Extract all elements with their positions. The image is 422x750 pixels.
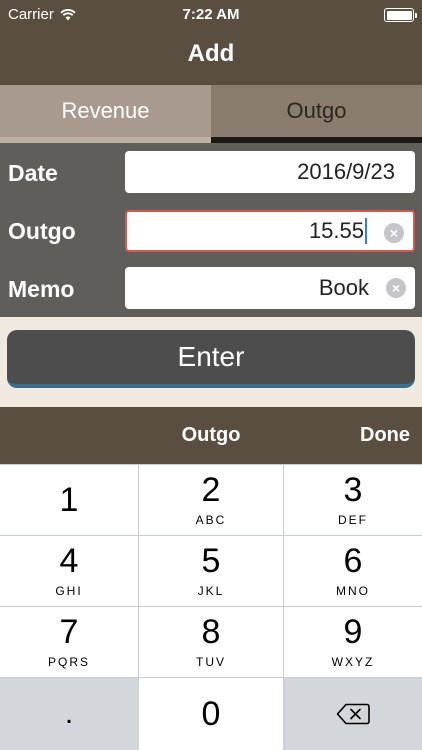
page-title: Add — [187, 40, 235, 67]
tab-revenue[interactable]: Revenue — [0, 85, 211, 143]
key-letters: PQRS — [47, 655, 90, 669]
clear-icon[interactable]: × — [384, 223, 404, 243]
clear-icon[interactable]: × — [386, 278, 406, 298]
key-digit: 6 — [343, 542, 363, 580]
keyboard-accessory-bar: Outgo Done — [0, 407, 422, 464]
segmented-tabs: Revenue Outgo — [0, 85, 422, 143]
memo-value: Book — [318, 275, 369, 300]
number-keypad: 1 2 ABC 3 DEF 4 GHI 5 JKL 6 MNO 7 PQRS 8… — [0, 464, 422, 750]
backspace-icon — [336, 703, 370, 725]
key-letters: DEF — [338, 513, 368, 527]
key-letters: MNO — [336, 584, 370, 598]
memo-label: Memo — [8, 276, 75, 302]
key-3[interactable]: 3 DEF — [284, 465, 422, 535]
key-8[interactable]: 8 TUV — [139, 607, 283, 677]
delete-key[interactable] — [284, 678, 422, 750]
date-field[interactable]: 2016/9/23 — [125, 151, 415, 193]
tab-outgo[interactable]: Outgo — [211, 85, 422, 143]
key-4[interactable]: 4 GHI — [0, 536, 138, 606]
key-0[interactable]: 0 — [139, 678, 283, 750]
key-digit: 4 — [59, 542, 79, 580]
key-5[interactable]: 5 JKL — [139, 536, 283, 606]
outgo-label: Outgo — [8, 218, 76, 244]
date-value: 2016/9/23 — [297, 159, 395, 184]
done-button[interactable]: Done — [360, 424, 410, 447]
key-letters: GHI — [55, 584, 83, 598]
outgo-row: Outgo 15.55 × — [0, 209, 422, 253]
date-label: Date — [8, 160, 58, 186]
key-letters: ABC — [195, 513, 227, 527]
outgo-amount-field[interactable]: 15.55 × — [125, 210, 415, 252]
date-row: Date 2016/9/23 — [0, 151, 422, 195]
key-9[interactable]: 9 WXYZ — [284, 607, 422, 677]
key-digit: 5 — [201, 542, 221, 580]
navigation-bar: Carrier 7:22 AM Add — [0, 0, 422, 85]
key-digit: . — [64, 697, 74, 730]
key-letters: TUV — [196, 655, 226, 669]
key-digit: 8 — [201, 613, 221, 651]
key-digit: 1 — [59, 481, 79, 519]
key-digit: 3 — [343, 471, 363, 509]
enter-area: Enter — [0, 317, 422, 407]
key-digit: 7 — [59, 613, 79, 651]
memo-field[interactable]: Book × — [125, 267, 415, 309]
entry-form: Date 2016/9/23 Outgo 15.55 × Memo Book × — [0, 143, 422, 317]
memo-row: Memo Book × — [0, 267, 422, 311]
enter-button[interactable]: Enter — [7, 330, 415, 388]
battery-icon — [384, 8, 417, 22]
key-letters: WXYZ — [331, 655, 375, 669]
key-digit: 9 — [343, 613, 363, 651]
text-caret — [365, 218, 367, 244]
key-1[interactable]: 1 — [0, 465, 138, 535]
key-letters: JKL — [197, 584, 225, 598]
key-digit: 0 — [201, 695, 221, 733]
key-6[interactable]: 6 MNO — [284, 536, 422, 606]
status-bar: Carrier 7:22 AM — [0, 0, 422, 30]
key-7[interactable]: 7 PQRS — [0, 607, 138, 677]
accessory-title: Outgo — [181, 424, 241, 446]
status-time: 7:22 AM — [182, 6, 240, 23]
outgo-amount-value: 15.55 — [308, 218, 364, 243]
key-decimal[interactable]: . — [0, 678, 138, 750]
key-2[interactable]: 2 ABC — [139, 465, 283, 535]
key-digit: 2 — [201, 471, 221, 509]
